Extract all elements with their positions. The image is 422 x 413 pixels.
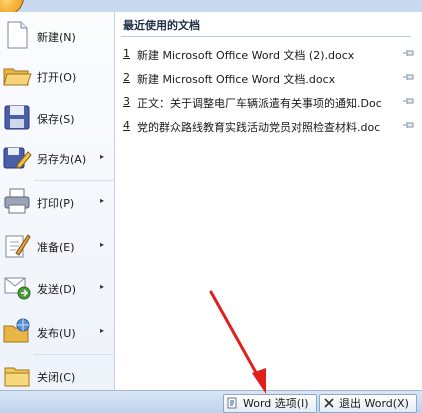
menu-item-label: 打印(P) <box>37 197 75 210</box>
menu-divider <box>34 354 114 355</box>
menu-item-save[interactable]: 保存(S) <box>0 98 114 138</box>
recent-documents-panel: 最近使用的文档 1 新建 Microsoft Office Word 文档 (2… <box>115 12 422 390</box>
menu-item-save-as[interactable]: 另存为(A) ▸ <box>0 138 114 178</box>
menu-item-new[interactable]: 新建(N) <box>0 16 114 56</box>
open-folder-icon <box>3 68 32 86</box>
command-list: 新建(N) 打开(O) 保存(S) 另存为(A) ▸ 打印(P) ▸ 准备(E)… <box>0 12 115 390</box>
menu-item-label: 另存为(A) <box>37 153 87 166</box>
menu-item-open[interactable]: 打开(O) <box>0 56 114 96</box>
options-document-icon <box>227 397 237 409</box>
pin-icon[interactable] <box>403 48 415 58</box>
document-number: 4 <box>123 119 130 132</box>
menu-item-label: 发布(U) <box>37 327 76 340</box>
recent-document-item[interactable]: 1 新建 Microsoft Office Word 文档 (2).docx <box>123 44 415 64</box>
prepare-icon <box>5 234 31 258</box>
menu-item-send[interactable]: 发送(D) ▸ <box>0 268 114 308</box>
printer-icon <box>4 188 30 214</box>
menu-item-publish[interactable]: 发布(U) ▸ <box>0 312 114 352</box>
exit-word-button[interactable]: 退出 Word(X) <box>319 394 417 413</box>
menu-item-prepare[interactable]: 准备(E) ▸ <box>0 226 114 266</box>
new-document-icon <box>7 21 28 49</box>
menu-item-label: 新建(N) <box>37 31 76 44</box>
close-folder-icon <box>4 367 30 387</box>
menu-item-label: 保存(S) <box>37 113 75 126</box>
submenu-arrow-icon: ▸ <box>100 326 105 335</box>
document-number: 1 <box>123 47 130 60</box>
submenu-arrow-icon: ▸ <box>100 240 105 249</box>
document-name: 新建 Microsoft Office Word 文档 (2).docx <box>137 49 355 62</box>
publish-icon <box>3 318 30 343</box>
document-name: 正文：关于调整电厂车辆派遣有关事项的通知.Doc <box>137 97 382 110</box>
word-options-label: Word 选项(I) <box>243 397 309 410</box>
menu-item-label: 准备(E) <box>37 241 75 254</box>
submenu-arrow-icon: ▸ <box>100 196 105 205</box>
menu-item-print[interactable]: 打印(P) ▸ <box>0 182 114 222</box>
document-name: 新建 Microsoft Office Word 文档.docx <box>137 73 336 86</box>
document-number: 2 <box>123 71 130 84</box>
menu-divider <box>34 180 114 181</box>
pin-icon[interactable] <box>403 96 415 106</box>
submenu-arrow-icon: ▸ <box>100 152 105 161</box>
menu-item-label: 打开(O) <box>37 71 77 84</box>
word-options-button[interactable]: Word 选项(I) <box>223 394 317 413</box>
recent-document-item[interactable]: 4 党的群众路线教育实践活动党员对照检查材料.doc <box>123 116 415 136</box>
office-menu-window: 新建(N) 打开(O) 保存(S) 另存为(A) ▸ 打印(P) ▸ 准备(E)… <box>0 0 422 413</box>
menu-footer: Word 选项(I) 退出 Word(X) <box>0 390 422 413</box>
recent-document-item[interactable]: 3 正文：关于调整电厂车辆派遣有关事项的通知.Doc <box>123 92 415 112</box>
recent-document-item[interactable]: 2 新建 Microsoft Office Word 文档.docx <box>123 68 415 88</box>
recent-documents-heading: 最近使用的文档 <box>123 19 200 32</box>
heading-divider <box>121 36 411 37</box>
menu-item-label: 发送(D) <box>37 283 77 296</box>
send-icon <box>4 277 31 300</box>
document-number: 3 <box>123 95 130 108</box>
submenu-arrow-icon: ▸ <box>100 282 105 291</box>
close-x-icon <box>324 398 334 408</box>
document-name: 党的群众路线教育实践活动党员对照检查材料.doc <box>137 121 381 134</box>
menu-item-label: 关闭(C) <box>37 371 76 384</box>
save-as-icon <box>3 147 32 169</box>
pin-icon[interactable] <box>403 120 415 130</box>
exit-word-label: 退出 Word(X) <box>339 397 409 410</box>
save-disk-icon <box>4 105 30 130</box>
pin-icon[interactable] <box>403 72 415 82</box>
